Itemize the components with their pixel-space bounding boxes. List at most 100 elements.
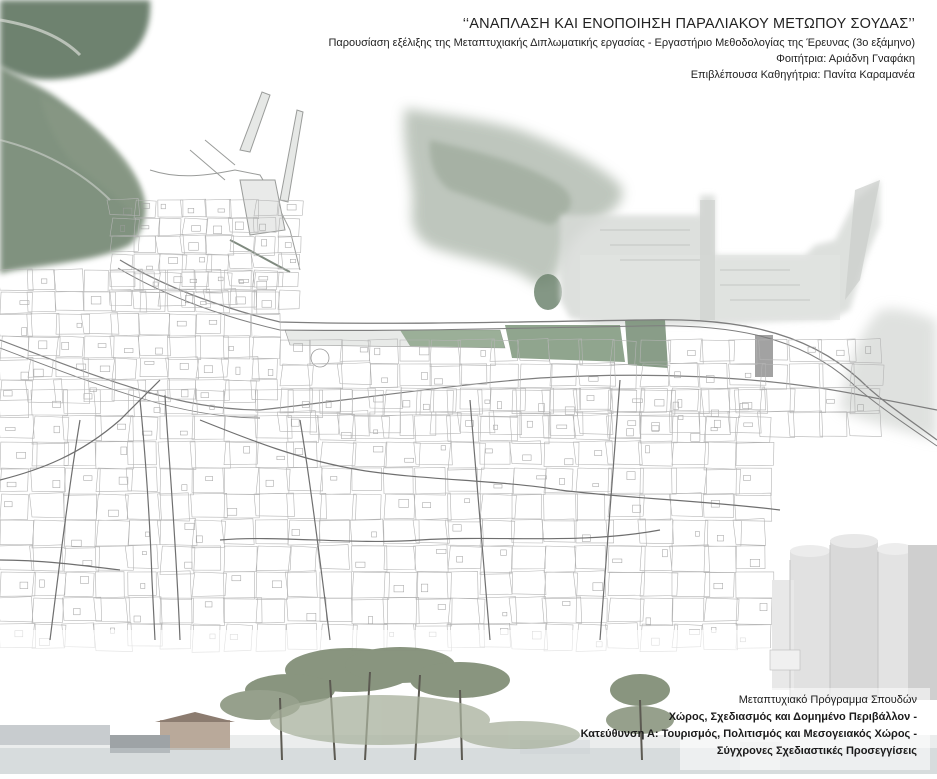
city-block	[446, 389, 483, 415]
city-block	[669, 387, 700, 412]
city-block	[485, 448, 493, 454]
city-block	[727, 386, 766, 411]
city-block	[26, 291, 56, 313]
city-block	[52, 400, 61, 408]
city-block	[155, 347, 163, 355]
city-block	[306, 613, 317, 621]
city-block	[0, 596, 34, 623]
city-block	[159, 545, 196, 575]
city-block	[54, 291, 84, 311]
city-block	[223, 313, 252, 338]
city-block	[687, 350, 696, 356]
city-block	[787, 410, 824, 438]
city-block	[133, 615, 141, 623]
city-block	[609, 387, 646, 413]
city-block	[414, 467, 446, 496]
city-block	[228, 346, 234, 351]
city-block	[256, 280, 267, 290]
city-block	[180, 430, 188, 436]
city-block	[371, 531, 377, 538]
city-block	[447, 545, 483, 570]
city-block	[83, 269, 109, 292]
city-block	[223, 441, 259, 465]
city-block	[695, 531, 700, 537]
city-block	[213, 225, 222, 234]
city-block	[258, 276, 269, 281]
city-block	[434, 378, 443, 385]
city-block	[671, 441, 710, 466]
city-block	[157, 199, 184, 218]
city-block	[493, 424, 498, 430]
city-block	[564, 458, 574, 466]
city-block	[83, 393, 93, 400]
city-block	[261, 300, 272, 308]
city-block	[204, 199, 232, 218]
city-block	[669, 544, 710, 573]
city-block	[382, 597, 420, 624]
city-block	[605, 518, 647, 547]
program-approaches: Σύγχρονες Σχεδιαστικές Προσεγγίσεις	[716, 745, 917, 757]
city-block	[413, 414, 452, 444]
city-block	[562, 601, 571, 606]
city-block	[127, 441, 157, 466]
city-block	[671, 519, 709, 547]
city-block	[189, 440, 231, 469]
city-block	[191, 545, 222, 571]
city-block	[699, 387, 731, 414]
city-block	[99, 365, 111, 372]
city-block	[739, 403, 749, 411]
city-block	[93, 596, 131, 623]
city-block	[279, 387, 313, 414]
city-block	[203, 365, 213, 373]
city-block	[502, 612, 508, 617]
city-block	[399, 363, 432, 386]
city-block	[204, 601, 213, 608]
city-block	[703, 597, 740, 622]
city-block	[404, 457, 414, 463]
city-block	[221, 518, 255, 545]
city-block	[254, 415, 293, 439]
city-block	[355, 561, 366, 568]
city-block	[20, 371, 29, 380]
city-block	[222, 335, 251, 360]
city-block	[574, 544, 607, 570]
city-block	[564, 406, 575, 415]
city-block	[632, 504, 641, 513]
city-block	[374, 347, 381, 356]
city-block	[27, 269, 55, 290]
city-block	[479, 415, 519, 442]
city-block	[235, 221, 244, 230]
city-block	[157, 217, 182, 237]
city-block	[349, 518, 385, 547]
city-block	[144, 361, 155, 365]
city-block	[703, 571, 735, 598]
city-block	[413, 492, 452, 521]
city-block	[276, 455, 285, 460]
city-block	[423, 403, 430, 410]
city-block	[437, 604, 446, 610]
city-block	[421, 583, 429, 593]
city-block	[82, 560, 93, 566]
city-block	[543, 493, 578, 522]
city-block	[227, 508, 238, 516]
city-block	[592, 582, 603, 591]
city-block	[294, 448, 304, 455]
city-block	[479, 545, 513, 575]
city-block	[251, 357, 278, 380]
city-block	[508, 596, 548, 624]
city-block	[383, 467, 414, 495]
city-block	[667, 338, 704, 365]
city-block	[165, 356, 199, 380]
city-block	[160, 203, 166, 210]
city-block	[541, 596, 583, 624]
city-block	[63, 571, 95, 598]
city-block	[291, 529, 300, 536]
city-block	[145, 531, 150, 537]
city-block	[3, 390, 13, 397]
city-block	[415, 597, 453, 627]
city-block	[586, 395, 595, 401]
city-block	[339, 387, 376, 415]
port-area	[560, 180, 937, 440]
city-block	[139, 357, 169, 377]
city-block	[351, 545, 388, 572]
